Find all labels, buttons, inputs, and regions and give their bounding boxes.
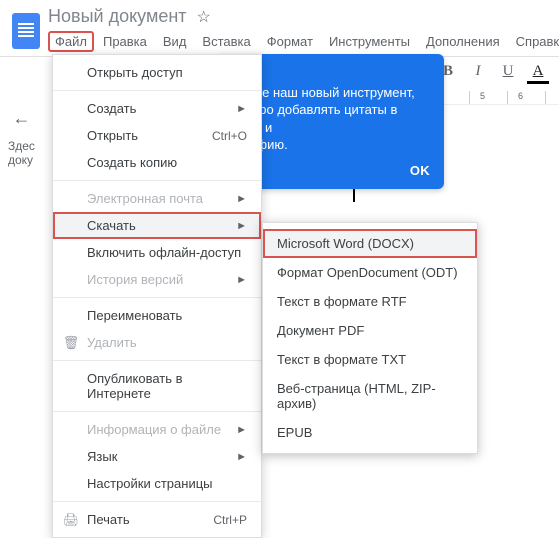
trash-icon: 🗑 — [63, 335, 79, 351]
menubar: Файл Правка Вид Вставка Формат Инструмен… — [48, 29, 559, 56]
menu-item-label: Скачать — [87, 218, 136, 233]
menu-separator — [53, 90, 261, 91]
docs-logo-icon[interactable] — [12, 13, 40, 49]
back-icon[interactable]: ← — [12, 108, 30, 129]
download-submenu: Microsoft Word (DOCX) Формат OpenDocumen… — [262, 222, 478, 454]
file-menu-dropdown: Открыть доступ Создать ► Открыть Ctrl+O … — [52, 54, 262, 538]
chevron-right-icon: ► — [236, 193, 247, 205]
download-option-docx[interactable]: Microsoft Word (DOCX) — [263, 229, 477, 258]
menu-item-email: Электронная почта ► — [53, 185, 261, 212]
menu-item-create[interactable]: Создать ► — [53, 95, 261, 122]
download-option-html[interactable]: Веб-страница (HTML, ZIP-архив) — [263, 374, 477, 418]
menu-insert[interactable]: Вставка — [195, 31, 257, 52]
menu-separator — [53, 501, 261, 502]
chevron-right-icon: ► — [236, 274, 247, 286]
menu-item-download[interactable]: Скачать ► — [53, 212, 261, 239]
menu-item-label: Электронная почта — [87, 191, 203, 206]
download-option-odt[interactable]: Формат OpenDocument (ODT) — [263, 258, 477, 287]
menu-addons[interactable]: Дополнения — [419, 31, 507, 52]
menu-item-label: Опубликовать в Интернете — [87, 371, 247, 401]
menu-item-open[interactable]: Открыть Ctrl+O — [53, 122, 261, 149]
italic-button[interactable]: I — [469, 61, 487, 81]
download-option-epub[interactable]: EPUB — [263, 418, 477, 447]
star-icon[interactable]: ☆ — [197, 7, 211, 27]
menu-separator — [53, 360, 261, 361]
menu-separator — [53, 180, 261, 181]
menu-item-file-info: Информация о файле ► — [53, 416, 261, 443]
menu-item-label: Создать — [87, 101, 136, 116]
menu-item-label: Переименовать — [87, 308, 182, 323]
menu-format[interactable]: Формат — [260, 31, 320, 52]
menu-separator — [53, 297, 261, 298]
ruler-tick: 5 — [480, 91, 485, 101]
menu-item-publish[interactable]: Опубликовать в Интернете — [53, 365, 261, 407]
menu-separator — [53, 411, 261, 412]
menu-edit[interactable]: Правка — [96, 31, 154, 52]
sidebar-line: доку — [8, 153, 35, 167]
menu-item-label: Открыть доступ — [87, 65, 183, 80]
outline-sidebar: ← Здес доку — [8, 108, 35, 168]
sidebar-line: Здес — [8, 139, 35, 153]
menu-item-delete: 🗑 Удалить — [53, 329, 261, 356]
menu-shortcut: Ctrl+O — [212, 129, 247, 143]
menu-item-rename[interactable]: Переименовать — [53, 302, 261, 329]
doc-title[interactable]: Новый документ — [48, 6, 187, 27]
chevron-right-icon: ► — [236, 451, 247, 463]
menu-item-version-history: История версий ► — [53, 266, 261, 293]
menu-item-offline[interactable]: Включить офлайн-доступ — [53, 239, 261, 266]
app-header: Новый документ ☆ Файл Правка Вид Вставка… — [0, 0, 559, 56]
menu-file[interactable]: Файл — [48, 31, 94, 52]
download-option-rtf[interactable]: Текст в формате RTF — [263, 287, 477, 316]
menu-item-label: Язык — [87, 449, 117, 464]
menu-view[interactable]: Вид — [156, 31, 194, 52]
menu-item-language[interactable]: Язык ► — [53, 443, 261, 470]
underline-button[interactable]: U — [499, 61, 517, 81]
chevron-right-icon: ► — [236, 220, 247, 232]
menu-tools[interactable]: Инструменты — [322, 31, 417, 52]
ruler-tick: 6 — [518, 91, 523, 101]
menu-help[interactable]: Справка — [509, 31, 559, 52]
menu-item-label: Информация о файле — [87, 422, 221, 437]
menu-item-label: Открыть — [87, 128, 138, 143]
menu-item-make-copy[interactable]: Создать копию — [53, 149, 261, 176]
sidebar-text: Здес доку — [8, 139, 35, 168]
menu-item-label: Включить офлайн-доступ — [87, 245, 241, 260]
menu-item-page-setup[interactable]: Настройки страницы — [53, 470, 261, 497]
chevron-right-icon: ► — [236, 103, 247, 115]
chevron-right-icon: ► — [236, 424, 247, 436]
menu-item-label: Настройки страницы — [87, 476, 213, 491]
menu-item-label: История версий — [87, 272, 183, 287]
download-option-pdf[interactable]: Документ PDF — [263, 316, 477, 345]
menu-item-label: Создать копию — [87, 155, 177, 170]
text-color-button[interactable]: A — [529, 61, 547, 81]
title-area: Новый документ ☆ Файл Правка Вид Вставка… — [48, 6, 559, 56]
download-option-txt[interactable]: Текст в формате TXT — [263, 345, 477, 374]
menu-item-label: Удалить — [87, 335, 137, 350]
menu-item-open-access[interactable]: Открыть доступ — [53, 59, 261, 86]
